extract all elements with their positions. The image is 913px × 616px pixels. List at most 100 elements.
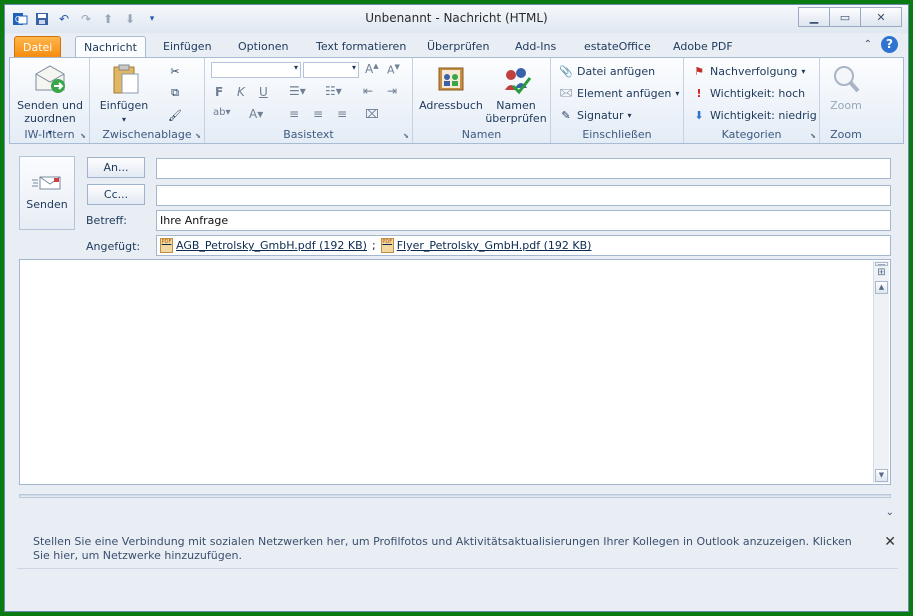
font-size-select[interactable]: ▾ (303, 62, 359, 78)
to-button[interactable]: An... (87, 157, 145, 178)
group-namen: Adressbuch Namen überprüfen Namen (413, 58, 551, 143)
clear-format-icon[interactable]: ⌧ (365, 107, 379, 121)
title-bar: O ↶ ↷ ⬆ ⬇ ▾ Unbenannt - Nachricht (HTML)… (5, 5, 908, 33)
minimize-button[interactable]: ▁ (798, 7, 830, 27)
format-painter-button[interactable]: 🖌 (168, 108, 182, 122)
ribbon-tabs: Datei Nachricht Einfügen Optionen Text f… (5, 33, 908, 59)
grow-font-icon[interactable]: A▲ (365, 62, 379, 76)
copy-button[interactable]: ⧉ (168, 86, 182, 100)
dialog-launcher-icon[interactable]: ⬊ (80, 132, 86, 140)
tab-text-formatieren[interactable]: Text formatieren (308, 36, 414, 57)
numbering-icon[interactable]: ☷▾ (325, 84, 342, 98)
follow-up-button[interactable]: ⚑ Nachverfolgung ▾ (692, 64, 805, 78)
dropdown-arrow-icon: ▾ (675, 88, 680, 98)
follow-up-label: Nachverfolgung (710, 64, 798, 78)
zoom-button[interactable]: Zoom (824, 62, 868, 112)
pdf-icon: PDF (160, 238, 173, 253)
expand-social-pane-icon[interactable]: ⌄ (886, 507, 894, 518)
cc-button[interactable]: Cc... (87, 184, 145, 205)
check-names-button[interactable]: Namen überprüfen (483, 62, 549, 125)
font-color-icon[interactable]: A▾ (249, 107, 263, 121)
bullets-icon[interactable]: ☰▾ (289, 84, 306, 98)
align-center-icon[interactable]: ≡ (313, 107, 323, 121)
highlight-icon[interactable]: ab▾ (213, 107, 231, 118)
paperclip-icon: 📎 (559, 64, 573, 78)
signature-icon: ✎ (561, 108, 571, 122)
split-handle[interactable]: ― (875, 261, 888, 268)
dialog-launcher-icon[interactable]: ⬊ (810, 132, 816, 140)
group-label-einschliessen: Einschließen (582, 128, 652, 141)
signature-label: Signatur (577, 108, 624, 122)
subject-label: Betreff: (86, 214, 127, 227)
high-importance-button[interactable]: ! Wichtigkeit: hoch (692, 86, 805, 100)
vertical-scrollbar[interactable]: ― ⊞ ▲ ▼ (873, 261, 889, 483)
tab-datei[interactable]: Datei (14, 36, 62, 58)
tab-einfuegen[interactable]: Einfügen (155, 36, 220, 57)
increase-indent-icon[interactable]: ⇥ (387, 84, 397, 98)
tab-adobe-pdf[interactable]: Adobe PDF (665, 36, 741, 57)
tab-ueberpruefen[interactable]: Überprüfen (419, 36, 497, 57)
message-body[interactable]: ― ⊞ ▲ ▼ (19, 259, 891, 485)
send-label: Senden (26, 198, 68, 211)
address-book-label: Adressbuch (419, 99, 483, 112)
signature-button[interactable]: ✎ Signatur ▾ (559, 108, 632, 122)
group-label-kategorien: Kategorien (721, 128, 782, 141)
dialog-launcher-icon[interactable]: ⬊ (403, 132, 409, 140)
reading-pane-splitter[interactable] (19, 494, 891, 498)
address-book-button[interactable]: Adressbuch (417, 62, 485, 112)
align-right-icon[interactable]: ≡ (337, 107, 347, 121)
group-label-basistext: Basistext (283, 128, 334, 141)
low-importance-button[interactable]: ⬇ Wichtigkeit: niedrig (692, 108, 816, 122)
dropdown-arrow-icon: ▾ (627, 110, 632, 120)
shrink-font-icon[interactable]: A▼ (387, 63, 400, 77)
italic-button[interactable]: K (237, 85, 245, 99)
to-field[interactable] (156, 158, 891, 179)
attachments-field: PDF AGB_Petrolsky_GmbH.pdf (192 KB) ; PD… (156, 235, 891, 256)
attach-item-button[interactable]: 🖂 Element anfügen ▾ (559, 85, 680, 100)
attach-item-icon: 🖂 (559, 85, 573, 99)
magnifier-icon (829, 62, 863, 96)
outlook-window: O ↶ ↷ ⬆ ⬇ ▾ Unbenannt - Nachricht (HTML)… (4, 4, 909, 612)
attach-item-label: Element anfügen (577, 86, 672, 100)
subject-field[interactable]: Ihre Anfrage (156, 210, 891, 231)
group-zwischenablage: Einfügen ▾ ✂ ⧉ 🖌 Zwischenablage ⬊ (90, 58, 205, 143)
attach-file-button[interactable]: 📎 Datei anfügen (559, 64, 655, 78)
close-button[interactable]: ✕ (860, 7, 902, 27)
paste-label: Einfügen (99, 99, 149, 112)
tab-estateoffice[interactable]: estateOffice (576, 36, 659, 57)
dialog-launcher-icon[interactable]: ⬊ (195, 132, 201, 140)
cut-button[interactable]: ✂ (168, 64, 182, 78)
dropdown-arrow-icon: ▾ (801, 66, 806, 76)
ruler-icon[interactable]: ⊞ (875, 267, 888, 280)
window-title: Unbenannt - Nachricht (HTML) (365, 11, 548, 25)
decrease-indent-icon[interactable]: ⇤ (363, 84, 373, 98)
underline-button[interactable]: U (259, 85, 268, 99)
send-button[interactable]: Senden (19, 156, 75, 230)
group-label-zwischenablage: Zwischenablage (102, 128, 192, 141)
align-left-icon[interactable]: ≡ (289, 107, 299, 121)
pdf-icon: PDF (380, 238, 394, 253)
scroll-up-button[interactable]: ▲ (875, 281, 888, 294)
scroll-down-button[interactable]: ▼ (875, 469, 888, 482)
group-einschliessen: 📎 Datei anfügen 🖂 Element anfügen ▾ ✎ Si… (551, 58, 684, 143)
bold-button[interactable]: F (215, 85, 223, 99)
tab-nachricht[interactable]: Nachricht (75, 36, 146, 59)
font-family-select[interactable]: ▾ (211, 62, 301, 78)
close-social-bar-icon[interactable]: ✕ (884, 534, 896, 550)
dropdown-arrow-icon: ▾ (121, 115, 126, 124)
cc-field[interactable] (156, 185, 891, 206)
help-icon[interactable]: ? (881, 36, 898, 53)
group-kategorien: ⚑ Nachverfolgung ▾ ! Wichtigkeit: hoch ⬇… (684, 58, 820, 143)
attachment-item[interactable]: PDF Flyer_Petrolsky_GmbH.pdf (192 KB) (380, 236, 591, 255)
clipboard-icon (107, 62, 141, 96)
exclamation-icon: ! (696, 86, 702, 100)
attachment-item[interactable]: PDF AGB_Petrolsky_GmbH.pdf (192 KB) (160, 236, 367, 255)
attachment-name: AGB_Petrolsky_GmbH.pdf (192 KB) (176, 239, 367, 252)
check-names-icon (499, 62, 533, 96)
tab-optionen[interactable]: Optionen (230, 36, 296, 57)
social-connector-bar[interactable]: Stellen Sie eine Verbindung mit sozialen… (33, 535, 863, 563)
maximize-button[interactable]: ▭ (829, 7, 861, 27)
collapse-ribbon-icon[interactable]: ⌃ (864, 39, 872, 50)
tab-add-ins[interactable]: Add-Ins (507, 36, 564, 57)
paste-button[interactable]: Einfügen ▾ (96, 62, 152, 126)
